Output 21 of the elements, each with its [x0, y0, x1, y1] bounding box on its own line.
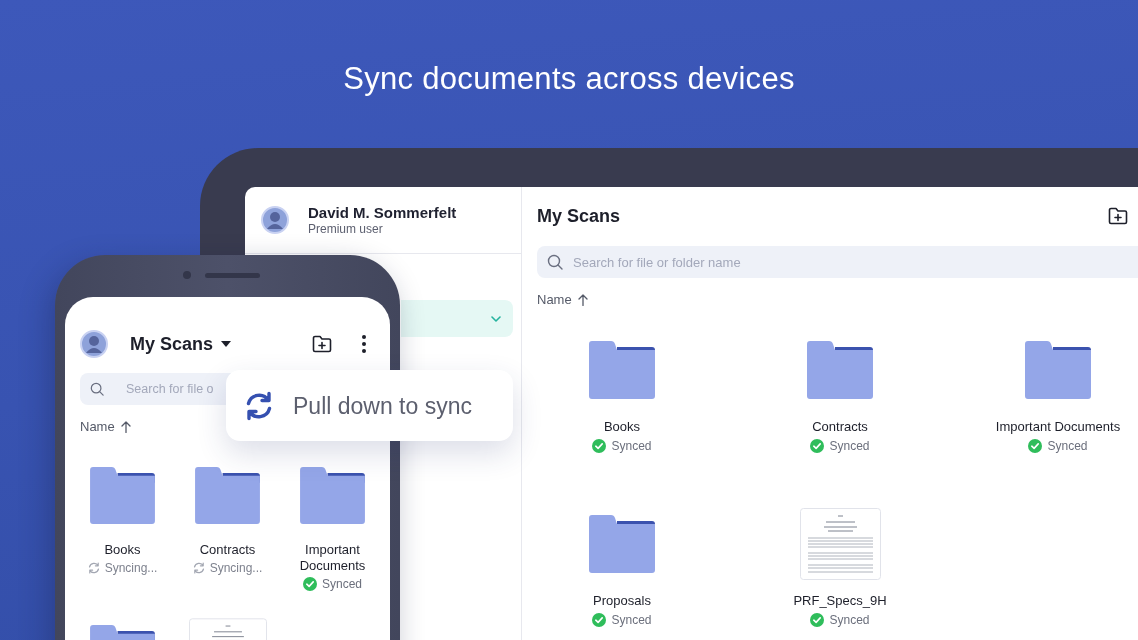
account-type: Premium user — [308, 222, 384, 237]
sync-status: Syncing... — [209, 561, 263, 575]
item-name: Proposals — [593, 592, 651, 609]
toast-text: Pull down to sync — [293, 391, 472, 420]
sync-status: Syncing... — [104, 561, 158, 575]
sync-status: Synced — [829, 613, 870, 627]
page-title: My Scans — [537, 205, 621, 228]
item-name: Books — [104, 542, 141, 558]
sync-status: Synced — [611, 439, 652, 453]
sync-status: Synced — [322, 577, 362, 591]
sync-status: Synced — [1047, 439, 1088, 453]
item-name: Contracts — [812, 418, 868, 435]
headline: Sync documents across devices — [343, 61, 795, 97]
item-name: PRF_Specs_9H — [793, 592, 887, 609]
item-name: Important Documents — [298, 542, 367, 574]
user-name: David M. Sommerfelt — [308, 203, 457, 222]
sync-status: Synced — [611, 613, 652, 627]
item-name: Books — [603, 418, 641, 435]
item-name: Contracts — [199, 542, 256, 558]
sync-status: Synced — [829, 439, 870, 453]
item-name: Important Documents — [995, 418, 1121, 435]
